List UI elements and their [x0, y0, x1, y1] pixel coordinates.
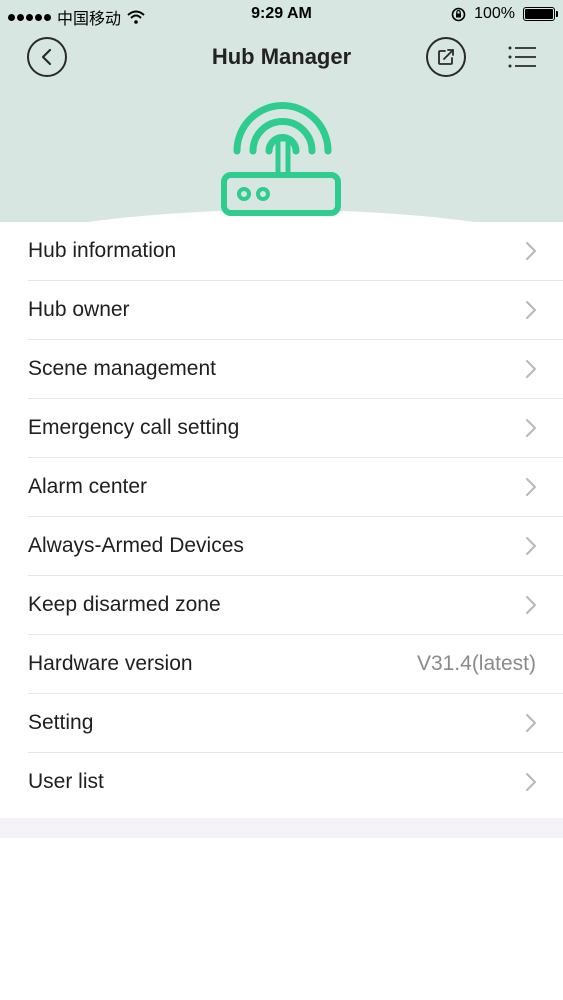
battery-icon	[523, 7, 558, 21]
menu-item-label: Hub information	[28, 239, 177, 262]
menu-item-always-armed-devices[interactable]: Always-Armed Devices	[28, 517, 563, 576]
chevron-right-icon	[526, 360, 536, 378]
menu-item-emergency-call-setting[interactable]: Emergency call setting	[28, 399, 563, 458]
menu-item-label: User list	[28, 770, 104, 793]
menu-item-setting[interactable]: Setting	[28, 694, 563, 753]
share-button[interactable]	[426, 37, 466, 77]
menu-item-label: Emergency call setting	[28, 416, 240, 439]
menu-item-label: Setting	[28, 711, 94, 734]
status-right: 100%	[451, 5, 558, 23]
chevron-right-icon	[526, 596, 536, 614]
menu-item-scene-management[interactable]: Scene management	[28, 340, 563, 399]
menu-item-alarm-center[interactable]: Alarm center	[28, 458, 563, 517]
orientation-lock-icon	[451, 7, 466, 21]
menu-item-label: Alarm center	[28, 475, 148, 498]
chevron-right-icon	[526, 419, 536, 437]
chevron-right-icon	[526, 301, 536, 319]
chevron-right-icon	[526, 478, 536, 496]
menu-item-label: Scene management	[28, 357, 216, 380]
menu-item-keep-disarmed-zone[interactable]: Keep disarmed zone	[28, 576, 563, 635]
battery-percent: 100%	[474, 5, 515, 22]
hardware-version-value: V31.4(latest)	[416, 652, 536, 675]
share-icon	[438, 49, 454, 65]
menu-item-hub-information[interactable]: Hub information	[28, 222, 563, 281]
page-title: Hub Manager	[211, 44, 352, 69]
footer-divider-band	[0, 818, 563, 838]
chevron-right-icon	[526, 242, 536, 260]
menu-button[interactable]	[504, 41, 540, 73]
list-menu-icon	[508, 46, 536, 68]
menu-item-user-list[interactable]: User list	[28, 753, 563, 812]
status-bar: 中国移动 9:29 AM 100%	[0, 0, 563, 30]
chevron-right-icon	[526, 714, 536, 732]
chevron-right-icon	[526, 537, 536, 555]
menu-item-label: Keep disarmed zone	[28, 593, 221, 616]
menu-item-label: Hardware version	[28, 652, 193, 675]
hub-router-icon	[221, 102, 341, 216]
menu-item-hardware-version[interactable]: Hardware version V31.4(latest)	[28, 635, 563, 694]
menu-item-label: Always-Armed Devices	[28, 534, 244, 557]
chevron-right-icon	[526, 773, 536, 791]
menu-list: Hub information Hub owner Scene manageme…	[0, 222, 563, 812]
menu-item-hub-owner[interactable]: Hub owner	[28, 281, 563, 340]
menu-item-label: Hub owner	[28, 298, 130, 321]
